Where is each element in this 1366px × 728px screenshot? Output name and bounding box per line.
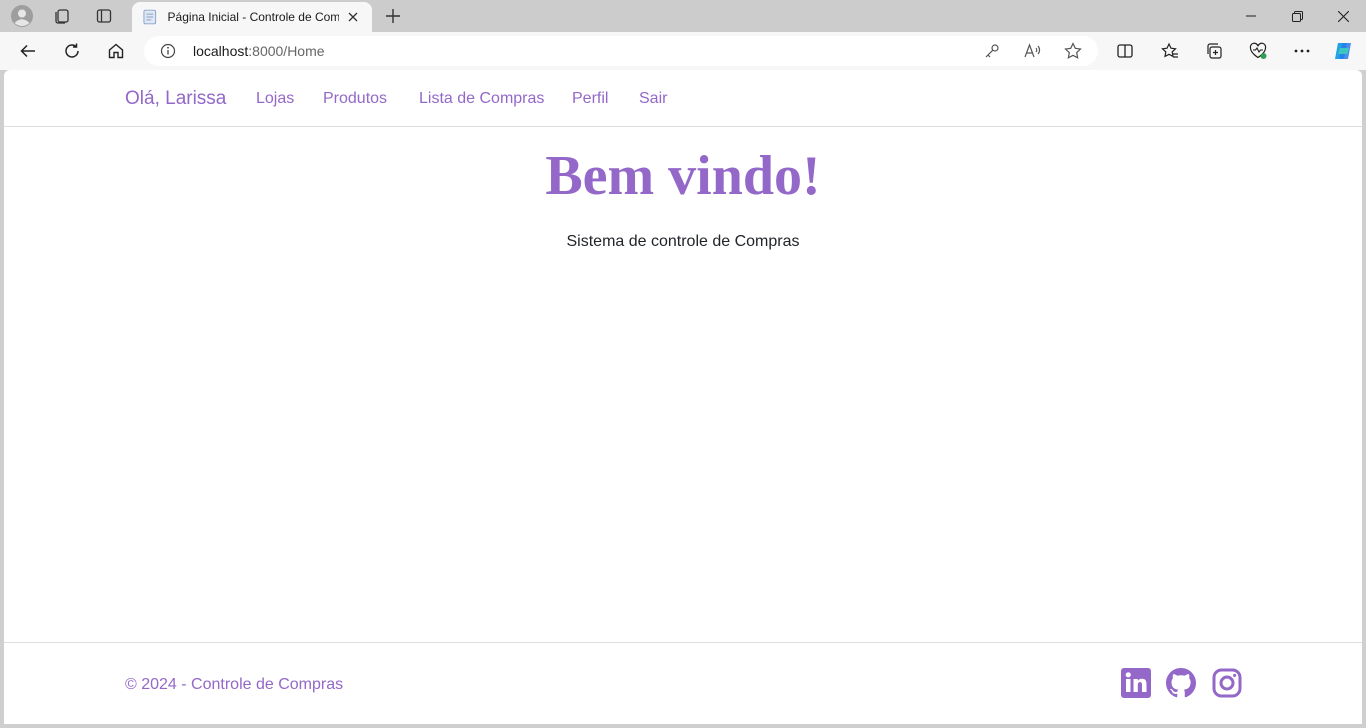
page-favicon-icon	[143, 9, 157, 25]
footer: © 2024 - Controle de Compras	[4, 642, 1362, 724]
collections-icon[interactable]	[1200, 37, 1228, 65]
address-bar[interactable]: localhost:8000/Home	[144, 36, 1098, 66]
tab-strip: Página Inicial - Controle de Compras	[0, 0, 1366, 32]
password-key-icon[interactable]	[982, 41, 1002, 61]
close-window-icon[interactable]	[1320, 0, 1366, 32]
footer-copyright: © 2024 - Controle de Compras	[125, 676, 344, 693]
nav-link-lojas[interactable]: Lojas	[256, 90, 294, 108]
split-screen-icon[interactable]	[1111, 37, 1139, 65]
url-host: localhost	[193, 43, 249, 59]
web-page: Olá, Larissa Lojas Produtos Lista de Com…	[4, 70, 1362, 724]
copilot-icon[interactable]	[1329, 37, 1357, 65]
browser-toolbar: localhost:8000/Home	[0, 32, 1366, 70]
close-tab-icon[interactable]	[345, 8, 362, 26]
page-title: Bem vindo!	[545, 145, 821, 207]
back-icon[interactable]	[14, 37, 42, 65]
new-tab-button[interactable]	[380, 4, 406, 28]
minimize-icon[interactable]	[1228, 0, 1274, 32]
favorites-icon[interactable]	[1156, 37, 1184, 65]
tab-active[interactable]: Página Inicial - Controle de Compras	[132, 2, 372, 32]
nav-link-sair[interactable]: Sair	[639, 90, 667, 108]
read-aloud-icon[interactable]	[1023, 41, 1043, 61]
profile-icon[interactable]	[8, 4, 36, 28]
browser-window: Página Inicial - Controle de Compras	[0, 0, 1366, 728]
github-icon[interactable]	[1166, 668, 1196, 698]
tab-actions-icon[interactable]	[90, 4, 118, 28]
instagram-icon[interactable]	[1212, 668, 1242, 698]
linkedin-icon[interactable]	[1121, 668, 1151, 698]
more-menu-icon[interactable]	[1288, 37, 1316, 65]
url-path: :8000/Home	[248, 43, 325, 59]
nav-link-produtos[interactable]: Produtos	[323, 90, 387, 108]
navbar: Olá, Larissa Lojas Produtos Lista de Com…	[4, 70, 1362, 127]
nav-link-lista-de-compras[interactable]: Lista de Compras	[419, 90, 544, 108]
favorite-star-icon[interactable]	[1063, 41, 1083, 61]
site-info-icon[interactable]	[160, 43, 176, 59]
workspaces-icon[interactable]	[48, 4, 76, 28]
url-text[interactable]: localhost:8000/Home	[193, 43, 325, 59]
browser-essentials-icon[interactable]	[1244, 37, 1272, 65]
home-icon[interactable]	[102, 37, 130, 65]
nav-link-perfil[interactable]: Perfil	[572, 90, 608, 108]
reload-icon[interactable]	[58, 37, 86, 65]
navbar-brand[interactable]: Olá, Larissa	[125, 88, 226, 110]
page-subtitle: Sistema de controle de Compras	[566, 233, 800, 250]
tab-title: Página Inicial - Controle de Compras	[167, 10, 339, 24]
restore-icon[interactable]	[1274, 0, 1320, 32]
